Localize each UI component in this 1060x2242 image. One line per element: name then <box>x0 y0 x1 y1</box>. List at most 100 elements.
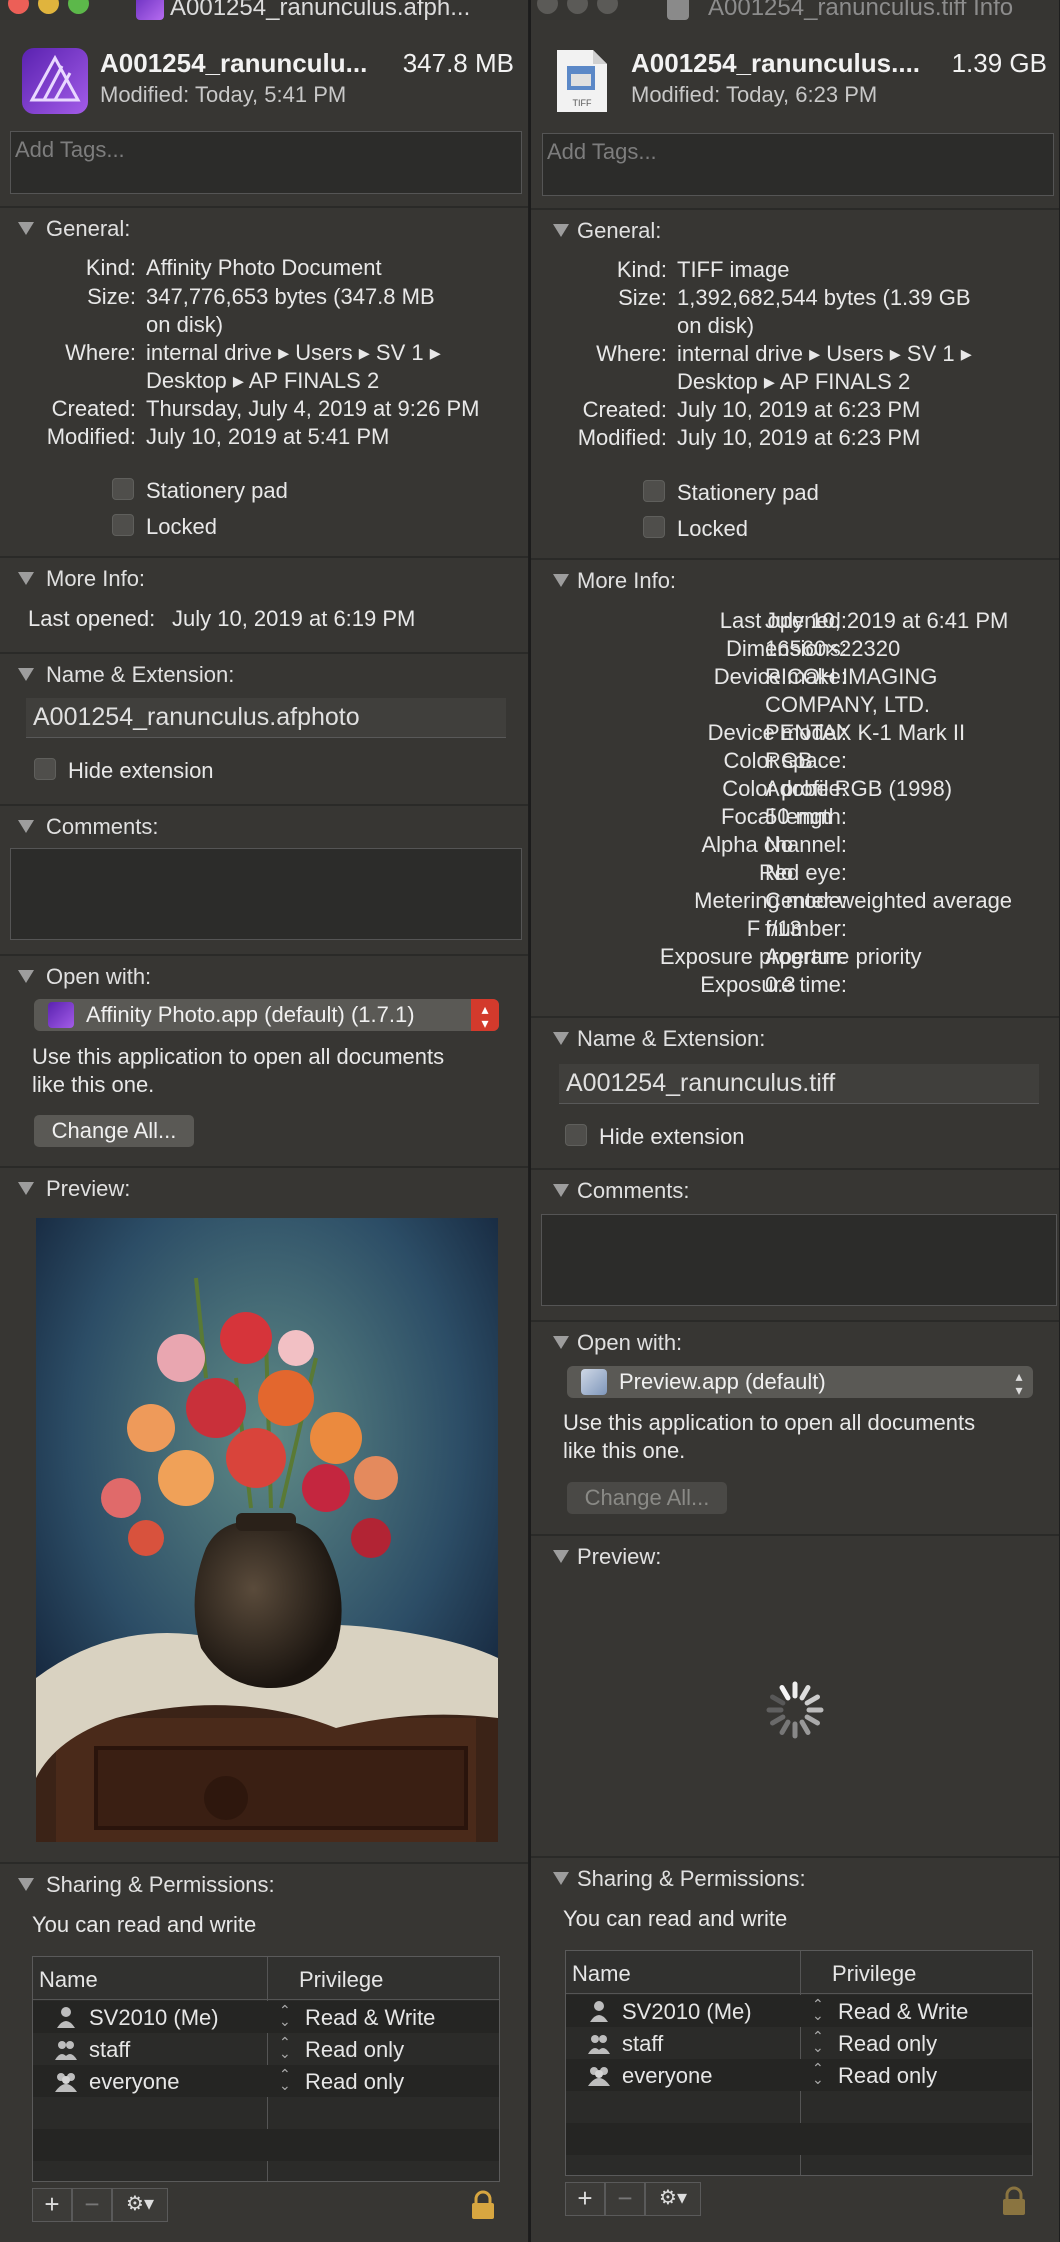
column-header-name[interactable]: Name <box>39 1967 98 1993</box>
change-all-button[interactable]: Change All... <box>567 1482 727 1514</box>
where-value-cont: Desktop ▸ AP FINALS 2 <box>677 369 911 394</box>
zoom-button[interactable] <box>597 0 618 14</box>
lock-icon[interactable] <box>1001 2186 1027 2216</box>
row-privilege[interactable]: Read only <box>838 2031 937 2057</box>
section-heading: Name & Extension: <box>46 662 235 687</box>
locked-label: Locked <box>677 516 748 541</box>
group-icon <box>588 2035 610 2054</box>
table-row[interactable]: staff ⌃ ⌄ Read only <box>566 2027 1032 2059</box>
locked-checkbox[interactable] <box>643 516 665 538</box>
stationery-checkbox[interactable] <box>643 480 665 502</box>
table-row[interactable]: staff ⌃ ⌄ Read only <box>33 2033 499 2065</box>
more-info-value: RICOH IMAGING <box>765 664 938 689</box>
last-opened-label: Last opened: <box>28 606 156 631</box>
disclosure-triangle-icon[interactable] <box>553 1184 569 1197</box>
disclosure-triangle-icon[interactable] <box>18 222 34 235</box>
locked-label: Locked <box>146 514 217 539</box>
privilege-stepper-icon[interactable]: ⌃ ⌄ <box>279 2067 291 2092</box>
row-name: SV2010 (Me) <box>622 1999 752 2024</box>
hide-extension-checkbox[interactable] <box>34 758 56 780</box>
column-header-privilege[interactable]: Privilege <box>832 1961 916 1987</box>
disclosure-triangle-icon[interactable] <box>18 820 34 833</box>
table-header: Name Privilege <box>33 1957 499 2000</box>
column-header-privilege[interactable]: Privilege <box>299 1967 383 1993</box>
disclosure-triangle-icon[interactable] <box>553 1032 569 1045</box>
comments-field[interactable] <box>541 1214 1057 1306</box>
privilege-stepper-icon[interactable]: ⌃ ⌄ <box>279 2035 291 2060</box>
title-bar[interactable]: A001254_ranunculus.afph... <box>0 0 528 21</box>
table-row[interactable]: SV2010 (Me) ⌃ ⌄ Read & Write <box>33 2001 499 2033</box>
minimize-button[interactable] <box>38 0 59 14</box>
close-button[interactable] <box>8 0 29 14</box>
filename-field[interactable]: A001254_ranunculus.afphoto <box>26 698 506 738</box>
disclosure-triangle-icon[interactable] <box>18 1182 34 1195</box>
hide-extension-label: Hide extension <box>68 758 214 783</box>
title-bar[interactable]: A001254_ranunculus.tiff Info <box>531 0 1059 21</box>
add-icon[interactable]: + <box>565 2182 605 2216</box>
close-button[interactable] <box>537 0 558 14</box>
filename-field[interactable]: A001254_ranunculus.tiff <box>559 1064 1039 1104</box>
disclosure-triangle-icon[interactable] <box>553 1550 569 1563</box>
size-value: 1,392,682,544 bytes (1.39 GB <box>677 285 971 310</box>
table-row-empty <box>33 2129 499 2161</box>
row-privilege[interactable]: Read only <box>305 2069 404 2095</box>
column-header-name[interactable]: Name <box>572 1961 631 1987</box>
svg-text:TIFF: TIFF <box>573 98 592 108</box>
section-heading: Open with: <box>577 1330 683 1355</box>
privilege-stepper-icon[interactable]: ⌃ ⌄ <box>812 2029 824 2054</box>
permission-status: You can read and write <box>32 1912 257 1937</box>
lock-icon[interactable] <box>470 2190 496 2220</box>
table-row[interactable]: everyone ⌃ ⌄ Read only <box>566 2059 1032 2091</box>
minimize-button[interactable] <box>567 0 588 14</box>
add-icon[interactable]: + <box>32 2188 72 2222</box>
row-privilege[interactable]: Read & Write <box>305 2005 435 2031</box>
window-title: A001254_ranunculus.afph... <box>170 0 471 21</box>
popup-stepper-icon: ▴ ▾ <box>471 999 499 1031</box>
disclosure-triangle-icon[interactable] <box>18 572 34 585</box>
disclosure-triangle-icon[interactable] <box>553 224 569 237</box>
disclosure-triangle-icon[interactable] <box>553 1336 569 1349</box>
info-window-tiff: A001254_ranunculus.tiff Info TIFF A00125… <box>531 0 1060 2242</box>
comments-field[interactable] <box>10 848 522 940</box>
tags-field[interactable]: Add Tags... <box>542 133 1054 196</box>
privilege-stepper-icon[interactable]: ⌃ ⌄ <box>279 2003 291 2028</box>
gear-icon[interactable]: ⚙▾ <box>645 2182 701 2216</box>
size-label: Size: <box>87 284 136 309</box>
disclosure-triangle-icon[interactable] <box>18 970 34 983</box>
disclosure-triangle-icon[interactable] <box>18 1878 34 1891</box>
open-with-description: Use this application to open all documen… <box>563 1410 976 1435</box>
row-privilege[interactable]: Read only <box>305 2037 404 2063</box>
more-info-value: RGB <box>765 748 813 773</box>
permissions-footer: + − ⚙▾ <box>32 2188 172 2222</box>
file-header: TIFF A001254_ranunculus.... 1.39 GB Modi… <box>531 20 1059 125</box>
zoom-button[interactable] <box>68 0 89 14</box>
row-privilege[interactable]: Read & Write <box>838 1999 968 2025</box>
more-info-value: Center-weighted average <box>765 888 1013 913</box>
created-label: Created: <box>582 397 667 422</box>
table-row[interactable]: everyone ⌃ ⌄ Read only <box>33 2065 499 2097</box>
file-size: 1.39 GB <box>951 48 1047 78</box>
open-with-popup[interactable]: Affinity Photo.app (default) (1.7.1) ▴ ▾ <box>34 999 499 1031</box>
disclosure-triangle-icon[interactable] <box>553 574 569 587</box>
created-value: Thursday, July 4, 2019 at 9:26 PM <box>146 396 480 421</box>
table-row[interactable]: SV2010 (Me) ⌃ ⌄ Read & Write <box>566 1995 1032 2027</box>
privilege-stepper-icon[interactable]: ⌃ ⌄ <box>812 1997 824 2022</box>
disclosure-triangle-icon[interactable] <box>18 668 34 681</box>
change-all-button[interactable]: Change All... <box>34 1115 194 1147</box>
disclosure-triangle-icon[interactable] <box>553 1872 569 1885</box>
remove-icon[interactable]: − <box>72 2188 112 2222</box>
modified-value: July 10, 2019 at 5:41 PM <box>146 424 390 449</box>
row-privilege[interactable]: Read only <box>838 2063 937 2089</box>
gear-icon[interactable]: ⚙▾ <box>112 2188 168 2222</box>
permissions-table: Name Privilege SV2010 (Me) ⌃ ⌄ Read & Wri… <box>32 1956 500 2182</box>
section-heading: General: <box>46 216 131 241</box>
privilege-stepper-icon[interactable]: ⌃ ⌄ <box>812 2061 824 2086</box>
locked-checkbox[interactable] <box>112 514 134 536</box>
tags-field[interactable]: Add Tags... <box>10 131 522 194</box>
stationery-checkbox[interactable] <box>112 478 134 500</box>
hide-extension-checkbox[interactable] <box>565 1124 587 1146</box>
more-info-value: f/13 <box>765 916 802 941</box>
size-value-cont: on disk) <box>677 313 755 338</box>
open-with-popup[interactable]: Preview.app (default) ▴ ▾ <box>567 1366 1033 1398</box>
remove-icon[interactable]: − <box>605 2182 645 2216</box>
